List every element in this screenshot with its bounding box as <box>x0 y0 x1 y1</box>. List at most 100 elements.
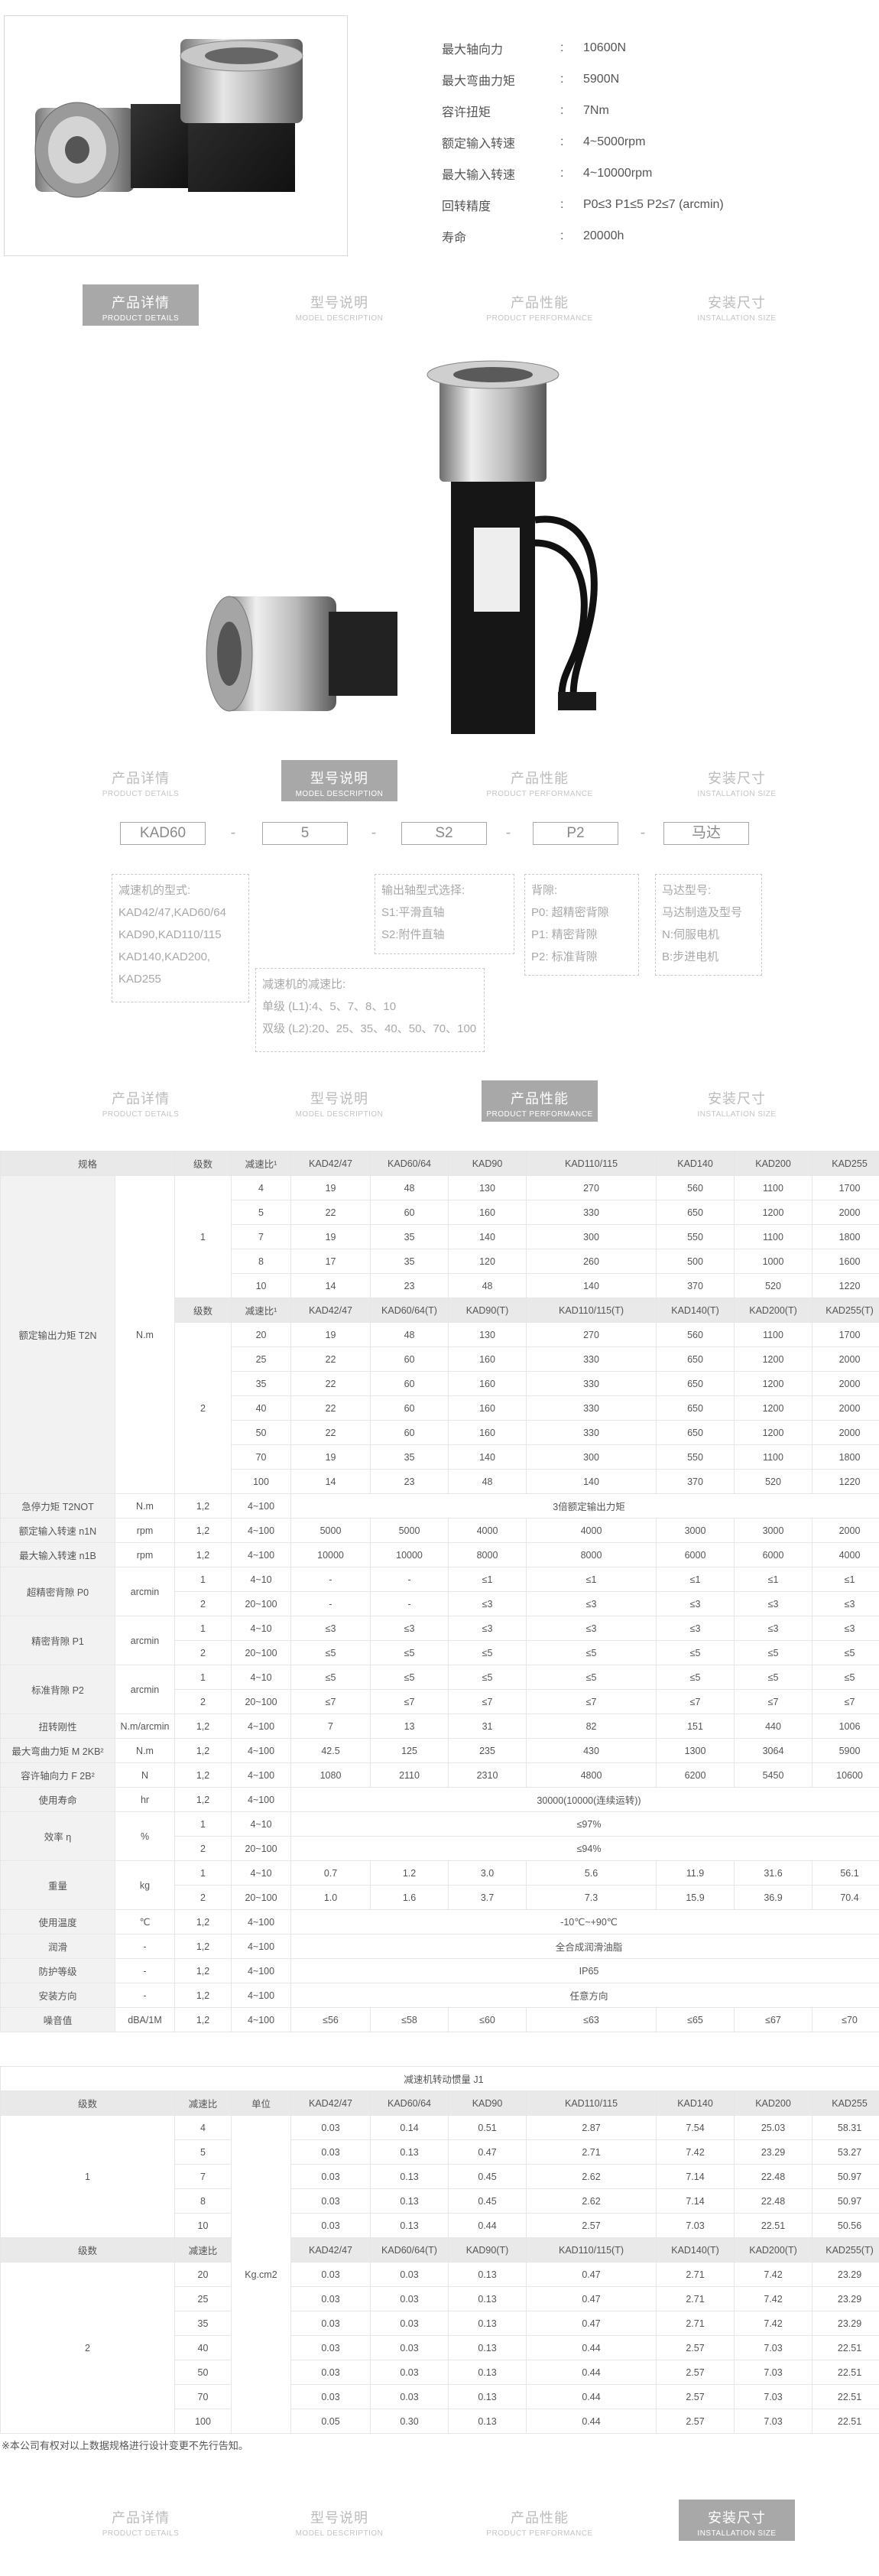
row-label: 标准背隙 P2 <box>0 1665 115 1714</box>
product-page: 最大轴向力:10600N 最大弯曲力矩:5900N 容许扭矩:7Nm 额定输入转速:4… <box>0 0 879 2576</box>
tab-model-description[interactable]: 型号说明 MODEL DESCRIPTION <box>281 1080 397 1122</box>
value-cell: 0.13 <box>448 2286 527 2311</box>
row-stage: 1,2 <box>174 1909 232 1934</box>
tab-installation-size[interactable]: 安装尺寸 INSTALLATION SIZE <box>679 1080 795 1122</box>
model-code-2: S2 <box>401 822 487 845</box>
tab-product-details[interactable]: 产品详情 PRODUCT DETAILS <box>83 2500 199 2541</box>
tab-model-description[interactable]: 型号说明 MODEL DESCRIPTION <box>281 2500 397 2541</box>
row-ratio: 70 <box>174 2384 232 2409</box>
row-stage: 1,2 <box>174 1493 232 1519</box>
table-row: 效率 η% 1 4~10 ≤97% <box>0 1811 879 1861</box>
value-cell: 0.45 <box>448 2188 527 2214</box>
tab-product-performance[interactable]: 产品性能 PRODUCT PERFORMANCE <box>482 2500 598 2541</box>
row-unit: N.m/arcmin <box>114 1714 176 1739</box>
tab-sublabel: MODEL DESCRIPTION <box>295 2529 384 2538</box>
value-cell: 23.29 <box>811 2311 879 2336</box>
value-cell: 1.6 <box>370 1885 449 1910</box>
row-stage: 2 <box>174 1689 232 1714</box>
value-cell: 0.7 <box>290 1860 371 1886</box>
row-unit: rpm <box>114 1542 176 1567</box>
value-cell: 56.1 <box>812 1860 879 1886</box>
row-unit: % <box>114 1811 176 1861</box>
value-cell: 50.97 <box>811 2188 879 2214</box>
value-cell: 2000 <box>812 1420 879 1445</box>
value-cell: 7.14 <box>656 2188 735 2214</box>
value-cell: ≤5 <box>734 1665 813 1690</box>
row-stage: 1,2 <box>174 1738 232 1763</box>
header-stage: 级数 <box>174 1151 232 1176</box>
tab-installation-size[interactable]: 安装尺寸 INSTALLATION SIZE <box>679 2500 795 2541</box>
row-label: 精密背隙 P1 <box>0 1616 115 1665</box>
tab-product-details[interactable]: 产品详情 PRODUCT DETAILS <box>83 760 199 801</box>
value-cell: 22.48 <box>734 2164 813 2189</box>
value-cell: 5900 <box>812 1738 879 1763</box>
tab-sublabel: PRODUCT DETAILS <box>102 314 180 323</box>
tab-installation-size[interactable]: 安装尺寸 INSTALLATION SIZE <box>679 760 795 801</box>
row-ratio: 100 <box>231 1469 292 1494</box>
value-cell: 23.29 <box>811 2262 879 2287</box>
value-cell: 82 <box>526 1714 657 1739</box>
value-cell: 560 <box>656 1322 735 1347</box>
row-ratio: 70 <box>231 1444 292 1470</box>
tab-product-performance[interactable]: 产品性能 PRODUCT PERFORMANCE <box>482 1080 598 1122</box>
spec-row: 最大轴向力: 10600N <box>442 32 855 63</box>
value-cell: 0.44 <box>526 2360 657 2385</box>
header-ratio: 减速比¹ <box>231 1151 292 1176</box>
value-cell: ≤5 <box>656 1665 735 1690</box>
value-cell: ≤5 <box>448 1665 527 1690</box>
value-cell: 2.62 <box>526 2188 657 2214</box>
header-model: KAD200(T) <box>734 1298 813 1323</box>
header-model: KAD42/47 <box>290 2237 371 2263</box>
value-cell: 2310 <box>448 1762 527 1788</box>
tab-model-description[interactable]: 型号说明 MODEL DESCRIPTION <box>281 284 397 326</box>
value-cell: 330 <box>526 1200 657 1225</box>
row-unit: - <box>114 1958 176 1983</box>
value-cell: 2.87 <box>526 2115 657 2140</box>
value-cell: 440 <box>734 1714 813 1739</box>
model-desc-line: P2: 标准背隙 <box>531 950 598 963</box>
value-cell: 35 <box>370 1444 449 1470</box>
row-stage: 1,2 <box>174 1787 232 1812</box>
value-cell: 60 <box>370 1420 449 1445</box>
value-cell: 50.56 <box>811 2213 879 2238</box>
span-cell: -10℃~+90℃ <box>290 1909 879 1934</box>
value-cell: 550 <box>656 1444 735 1470</box>
tab-sublabel: PRODUCT DETAILS <box>102 790 180 798</box>
header-stage: 级数 <box>174 1298 232 1323</box>
tab-product-performance[interactable]: 产品性能 PRODUCT PERFORMANCE <box>482 284 598 326</box>
value-cell: ≤7 <box>290 1689 371 1714</box>
value-cell: 3000 <box>734 1518 813 1543</box>
tab-model-description[interactable]: 型号说明 MODEL DESCRIPTION <box>281 760 397 801</box>
table-row: 急停力矩 T2NOT N.m 1,2 4~100 3倍额定输出力矩 <box>0 1493 879 1519</box>
value-cell: 2.71 <box>656 2286 735 2311</box>
spec-label: 回转精度 <box>442 200 491 213</box>
table-row: 额定输入转速 n1N rpm 1,2 4~100 5000 5000 4000 4000 300… <box>0 1518 879 1543</box>
tab-product-performance[interactable]: 产品性能 PRODUCT PERFORMANCE <box>482 760 598 801</box>
spec-label: 最大输入转速 <box>442 168 516 182</box>
value-cell: ≤1 <box>812 1567 879 1592</box>
spec-row: 回转精度: P0≤3 P1≤5 P2≤7 (arcmin) <box>442 189 855 220</box>
table-row: 防护等级 -1,2 4~100 IP65 <box>0 1958 879 1983</box>
value-cell: 1100 <box>734 1444 813 1470</box>
value-cell: 2000 <box>812 1371 879 1396</box>
header-model: KAD90(T) <box>448 2237 527 2263</box>
tab-product-details[interactable]: 产品详情 PRODUCT DETAILS <box>83 1080 199 1122</box>
tab-label: 型号说明 <box>310 771 368 786</box>
row-ratio: 4~100 <box>231 1714 292 1739</box>
span-cell: ≤94% <box>290 1836 879 1861</box>
row-ratio: 10 <box>174 2213 232 2238</box>
model-desc-line: KAD90,KAD110/115 <box>118 928 222 941</box>
value-cell: ≤7 <box>734 1689 813 1714</box>
value-cell: 22 <box>290 1420 371 1445</box>
value-cell: 1800 <box>812 1224 879 1249</box>
value-cell: ≤3 <box>448 1616 527 1641</box>
model-desc-line: N:伺服电机 <box>662 928 720 941</box>
row-ratio: 4~100 <box>231 1983 292 2008</box>
row-label: 润滑 <box>0 1934 115 1959</box>
value-cell: 235 <box>448 1738 527 1763</box>
row-stage: 1 <box>174 1665 232 1690</box>
value-cell: 1100 <box>734 1322 813 1347</box>
value-cell: ≤3 <box>526 1616 657 1641</box>
tab-product-details[interactable]: 产品详情 PRODUCT DETAILS <box>83 284 199 326</box>
tab-installation-size[interactable]: 安装尺寸 INSTALLATION SIZE <box>679 284 795 326</box>
